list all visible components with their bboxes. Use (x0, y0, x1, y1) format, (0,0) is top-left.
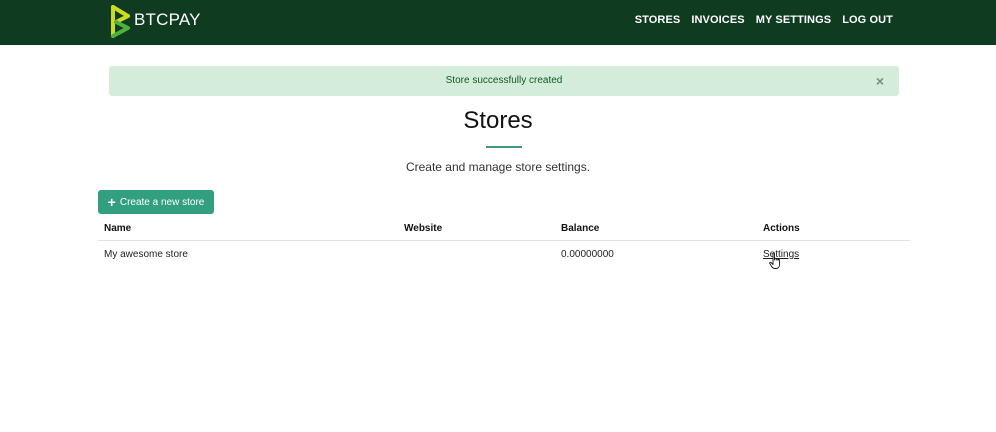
column-header-actions: Actions (757, 216, 910, 241)
page-title: Stores (463, 107, 533, 134)
table-row: My awesome store 0.00000000 Settings (98, 241, 910, 269)
top-navbar: BTCPAY STORES INVOICES MY SETTINGS LOG O… (0, 0, 996, 45)
btcpay-logo-icon (111, 4, 130, 38)
create-store-button[interactable]: + Create a new store (98, 190, 214, 214)
stores-table: Name Website Balance Actions My awesome … (98, 216, 910, 268)
hand-pointer-icon (769, 252, 781, 269)
column-header-balance: Balance (555, 216, 757, 241)
nav-stores[interactable]: STORES (635, 14, 681, 26)
brand-home-link[interactable]: BTCPAY (110, 3, 201, 39)
column-header-website: Website (398, 216, 555, 241)
title-divider (486, 146, 522, 148)
alert-message: Store successfully created (445, 75, 563, 86)
create-store-label: Create a new store (119, 196, 205, 208)
main-nav: STORES INVOICES MY SETTINGS LOG OUT (635, 14, 893, 26)
brand-name: BTCPAY (134, 10, 201, 29)
page-subtitle: Create and manage store settings. (405, 160, 591, 174)
store-name: My awesome store (104, 249, 188, 260)
success-alert: Store successfully created × (109, 66, 899, 96)
nav-log-out[interactable]: LOG OUT (842, 14, 893, 26)
store-website (398, 241, 555, 269)
table-header-row: Name Website Balance Actions (98, 216, 910, 241)
close-icon[interactable]: × (876, 74, 884, 88)
nav-my-settings[interactable]: MY SETTINGS (756, 14, 831, 26)
plus-icon: + (107, 194, 116, 210)
column-header-name: Name (98, 216, 398, 241)
store-balance: 0.00000000 (561, 249, 614, 260)
nav-invoices[interactable]: INVOICES (691, 14, 744, 26)
